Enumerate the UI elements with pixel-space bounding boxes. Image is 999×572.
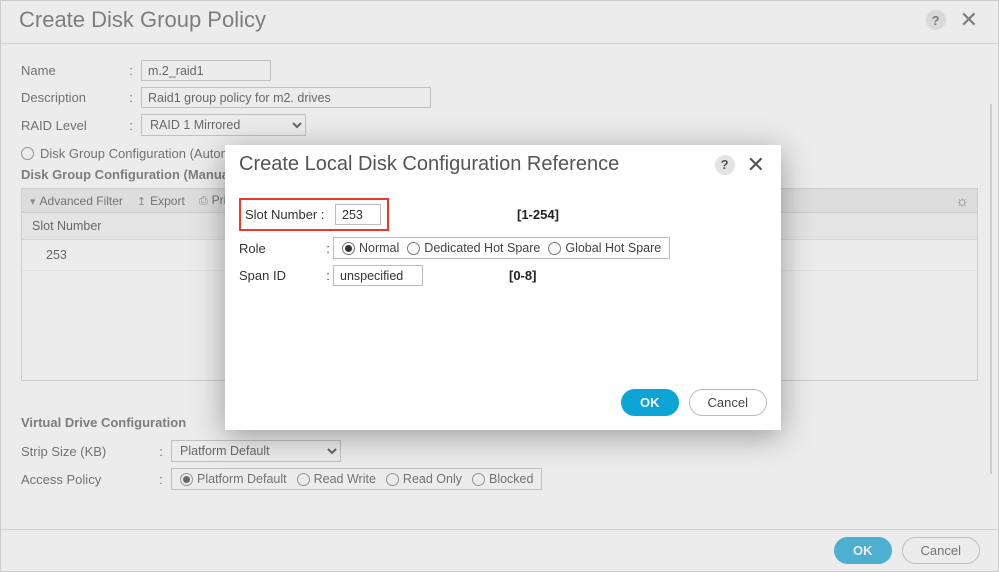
modal-dialog: Create Local Disk Configuration Referenc… <box>225 145 781 430</box>
access-ro[interactable]: Read Only <box>386 472 462 486</box>
scrollbar[interactable] <box>990 104 992 474</box>
radio-icon <box>407 242 420 255</box>
filter-button[interactable]: ▾Advanced Filter <box>30 194 123 208</box>
main-title: Create Disk Group Policy <box>19 7 266 33</box>
strip-select[interactable]: Platform Default <box>171 440 341 462</box>
access-blocked[interactable]: Blocked <box>472 472 533 486</box>
strip-label: Strip Size (KB) <box>21 444 151 459</box>
config-auto-radio[interactable] <box>21 147 34 160</box>
filter-icon: ▾ <box>30 196 36 208</box>
role-group: Normal Dedicated Hot Spare Global Hot Sp… <box>333 237 670 259</box>
close-icon[interactable]: ✕ <box>958 9 980 31</box>
access-rw[interactable]: Read Write <box>297 472 376 486</box>
ok-button[interactable]: OK <box>834 537 892 564</box>
help-icon[interactable]: ? <box>715 155 735 175</box>
radio-icon <box>297 473 310 486</box>
name-row: Name : <box>21 60 978 81</box>
raid-label: RAID Level <box>21 118 121 133</box>
slot-input[interactable] <box>335 204 381 225</box>
export-button[interactable]: ↥Export <box>137 194 185 208</box>
modal-footer: OK Cancel <box>225 381 781 430</box>
description-row: Description : <box>21 87 978 108</box>
radio-icon <box>548 242 561 255</box>
role-label: Role <box>239 241 323 256</box>
modal-title: Create Local Disk Configuration Referenc… <box>239 153 619 176</box>
role-row: Role : Normal Dedicated Hot Spare Global… <box>239 237 767 259</box>
gear-icon[interactable]: ☼ <box>955 193 969 210</box>
name-label: Name <box>21 63 121 78</box>
main-footer: OK Cancel <box>1 529 998 571</box>
radio-icon <box>472 473 485 486</box>
raid-row: RAID Level : RAID 1 Mirrored <box>21 114 978 136</box>
slot-highlight: Slot Number : <box>239 198 389 231</box>
cancel-button[interactable]: Cancel <box>902 537 980 564</box>
access-row: Access Policy : Platform Default Read Wr… <box>21 468 978 490</box>
print-icon: ⎙ <box>199 195 208 207</box>
radio-icon <box>342 242 355 255</box>
config-auto-label: Disk Group Configuration (Automatic) <box>40 146 256 161</box>
export-icon: ↥ <box>137 196 146 208</box>
strip-row: Strip Size (KB) : Platform Default <box>21 440 978 462</box>
close-icon[interactable]: ✕ <box>745 154 767 176</box>
span-input[interactable] <box>333 265 423 286</box>
slot-label: Slot Number : <box>245 207 329 222</box>
modal-header-icons: ? ✕ <box>715 154 767 176</box>
span-label: Span ID <box>239 268 323 283</box>
radio-icon <box>180 473 193 486</box>
role-normal[interactable]: Normal <box>342 241 399 255</box>
modal-header: Create Local Disk Configuration Referenc… <box>225 145 781 186</box>
name-input[interactable] <box>141 60 271 81</box>
ok-button[interactable]: OK <box>621 389 679 416</box>
span-row: Span ID : [0-8] <box>239 265 767 286</box>
role-ghs[interactable]: Global Hot Spare <box>548 241 661 255</box>
raid-select[interactable]: RAID 1 Mirrored <box>141 114 306 136</box>
modal-body: Slot Number : [1-254] Role : Normal Dedi… <box>225 186 781 381</box>
main-header-icons: ? ✕ <box>926 9 980 31</box>
help-icon[interactable]: ? <box>926 10 946 30</box>
access-label: Access Policy <box>21 472 151 487</box>
slot-hint: [1-254] <box>517 207 559 222</box>
span-hint: [0-8] <box>509 268 536 283</box>
main-header: Create Disk Group Policy ? ✕ <box>1 1 998 44</box>
description-input[interactable] <box>141 87 431 108</box>
role-dhs[interactable]: Dedicated Hot Spare <box>407 241 540 255</box>
access-group: Platform Default Read Write Read Only Bl… <box>171 468 542 490</box>
slot-row: Slot Number : [1-254] <box>239 198 767 231</box>
access-platform[interactable]: Platform Default <box>180 472 287 486</box>
description-label: Description <box>21 90 121 105</box>
cancel-button[interactable]: Cancel <box>689 389 767 416</box>
radio-icon <box>386 473 399 486</box>
